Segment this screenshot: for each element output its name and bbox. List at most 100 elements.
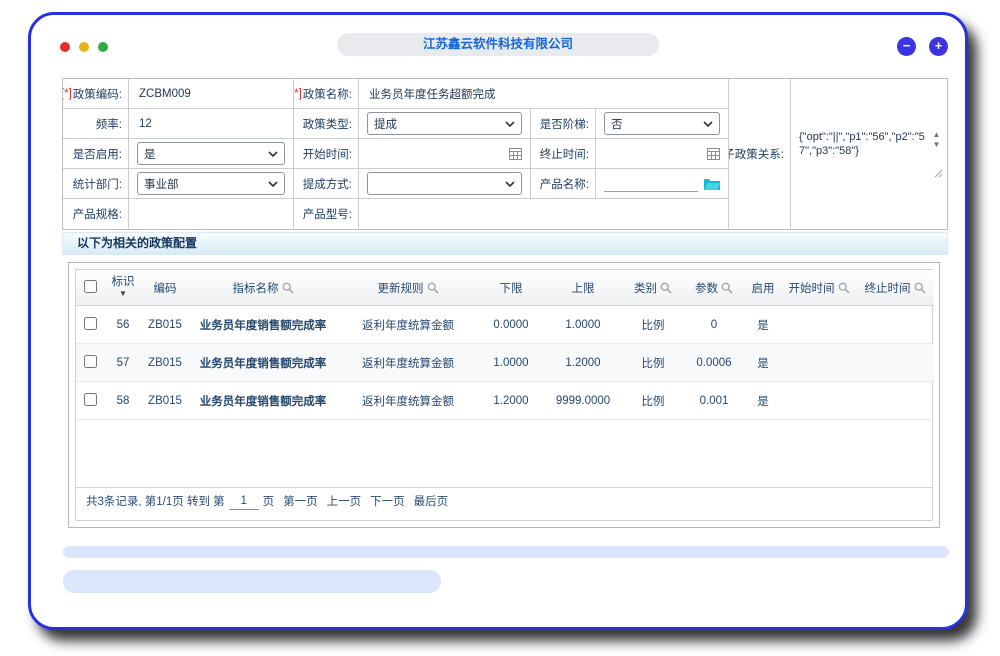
frequency-label: 频率: [63,109,129,139]
cell-start [782,344,856,382]
cell-update-rule: 返利年度统算金额 [338,344,478,382]
select-all-checkbox[interactable] [84,280,97,293]
header-start-time: 开始时间 [782,270,856,306]
cell-enabled: 是 [744,382,782,420]
enabled-select[interactable]: 是 [137,142,285,165]
is-step-select[interactable]: 否 [604,112,720,135]
cell-end [856,382,934,420]
row-select [76,344,104,382]
filter-icon[interactable] [282,282,294,294]
cell-enabled: 是 [744,344,782,382]
cell-end [856,306,934,344]
policy-type-select[interactable]: 提成 [367,112,522,135]
calendar-icon[interactable] [707,148,720,160]
policy-config-grid: 标识▼ 编码 指标名称 更新规则 下限 上限 类别 [75,269,933,521]
chevron-down-icon [703,121,713,127]
chevron-down-icon [505,121,515,127]
row-checkbox[interactable] [84,317,97,330]
close-window-icon[interactable] [60,42,70,52]
scroll-down-icon[interactable]: ▼ [933,140,941,149]
stat-dept-cell: 事业部 [129,169,294,199]
end-time-field[interactable] [596,139,729,169]
scroll-up-icon[interactable]: ▲ [933,130,941,139]
filter-icon[interactable] [838,282,850,294]
cell-upper: 1.0000 [544,306,622,344]
prev-page-link[interactable]: 上一页 [327,493,362,509]
policy-code-value[interactable]: ZCBM009 [129,79,294,109]
policy-code-label: [*] 政策编码: [63,79,129,109]
start-time-label: 开始时间: [294,139,359,169]
cell-end [856,344,934,382]
last-page-link[interactable]: 最后页 [414,493,449,509]
resize-grip-icon[interactable] [934,169,943,178]
cell-upper: 9999.0000 [544,382,622,420]
header-end-time: 终止时间 [856,270,934,306]
page-unit: 页 [263,493,275,509]
next-page-link[interactable]: 下一页 [370,493,405,509]
product-model-value[interactable] [359,199,729,229]
frequency-value[interactable]: 12 [129,109,294,139]
product-spec-label: 产品规格: [63,199,129,229]
zoom-in-button[interactable]: + [929,37,948,56]
policy-form: 子政策关系: {"opt":"||","p1":"56","p2":"57","… [62,78,948,230]
open-folder-icon[interactable] [704,177,720,190]
row-checkbox[interactable] [84,393,97,406]
header-update-rule: 更新规则 [338,270,478,306]
header-id[interactable]: 标识▼ [104,270,142,306]
product-name-input[interactable] [604,175,698,192]
page-input[interactable] [229,492,259,510]
sub-policy-textarea[interactable]: {"opt":"||","p1":"56","p2":"57","p3":"58… [797,128,943,180]
window-title: 江苏鑫云软件科技有限公司 [337,33,659,56]
header-indicator-name: 指标名称 [188,270,338,306]
product-spec-value[interactable] [129,199,294,229]
zoom-out-button[interactable]: − [897,37,916,56]
first-page-link[interactable]: 第一页 [283,493,318,509]
cell-id: 57 [104,344,142,382]
maximize-window-icon[interactable] [98,42,108,52]
cell-upper: 1.2000 [544,344,622,382]
filter-icon[interactable] [427,282,439,294]
cell-code: ZB015 [142,382,188,420]
cell-code: ZB015 [142,306,188,344]
filter-icon[interactable] [914,282,926,294]
cell-lower: 1.2000 [478,382,544,420]
product-model-label: 产品型号: [294,199,359,229]
minimize-window-icon[interactable] [79,42,89,52]
header-enabled: 启用 [744,270,782,306]
pagination-summary: 共3条记录, 第1/1页 转到 第 [86,493,225,509]
table-row[interactable]: 58 ZB015 业务员年度销售额完成率 返利年度统算金额 1.2000 999… [76,382,934,420]
policy-name-value[interactable]: 业务员年度任务超额完成 [359,79,729,109]
stat-dept-select[interactable]: 事业部 [137,172,285,195]
cell-category: 比例 [622,382,684,420]
chevron-down-icon [268,181,278,187]
policy-type-cell: 提成 [359,109,531,139]
textarea-scrollbar[interactable]: ▲ ▼ [930,130,943,149]
cell-indicator-name: 业务员年度销售额完成率 [188,382,338,420]
filter-icon[interactable] [721,282,733,294]
table-row[interactable]: 57 ZB015 业务员年度销售额完成率 返利年度统算金额 1.0000 1.2… [76,344,934,382]
table-row[interactable]: 56 ZB015 业务员年度销售额完成率 返利年度统算金额 0.0000 1.0… [76,306,934,344]
row-select [76,306,104,344]
product-name-cell [596,169,729,199]
cell-lower: 0.0000 [478,306,544,344]
policy-config-panel: 标识▼ 编码 指标名称 更新规则 下限 上限 类别 [68,262,940,528]
enabled-cell: 是 [129,139,294,169]
enabled-label: 是否启用: [63,139,129,169]
skeleton-bar-short [63,570,441,593]
sort-desc-icon[interactable]: ▼ [119,288,127,300]
row-checkbox[interactable] [84,355,97,368]
is-step-label: 是否阶梯: [531,109,596,139]
stat-dept-label: 统计部门: [63,169,129,199]
cell-param: 0.001 [684,382,744,420]
cell-code: ZB015 [142,344,188,382]
commission-mode-select[interactable] [367,172,522,195]
cell-start [782,382,856,420]
start-time-field[interactable] [359,139,531,169]
cell-enabled: 是 [744,306,782,344]
header-category: 类别 [622,270,684,306]
grid-header-row: 标识▼ 编码 指标名称 更新规则 下限 上限 类别 [76,270,934,306]
calendar-icon[interactable] [509,148,522,160]
policy-type-label: 政策类型: [294,109,359,139]
filter-icon[interactable] [660,282,672,294]
cell-param: 0 [684,306,744,344]
